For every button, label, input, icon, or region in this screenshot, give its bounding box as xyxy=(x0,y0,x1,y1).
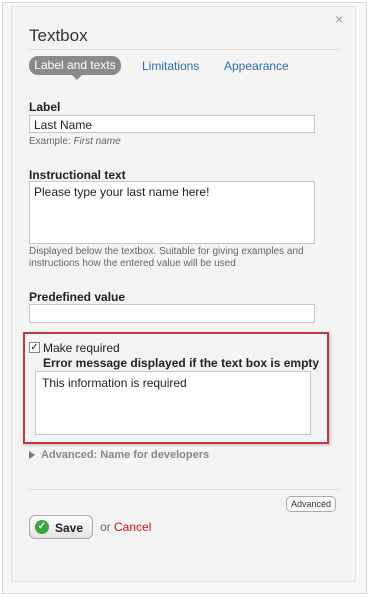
label-example: Example: First name xyxy=(29,136,121,147)
error-message-heading: Error message displayed if the text box … xyxy=(43,356,320,370)
predefined-input[interactable] xyxy=(29,304,315,323)
example-prefix: Example: xyxy=(29,136,71,147)
error-message-textarea[interactable]: This information is required xyxy=(35,371,311,435)
make-required-checkbox[interactable]: ✓ xyxy=(29,342,40,353)
instructional-heading: Instructional text xyxy=(29,168,126,182)
footer-divider xyxy=(29,489,339,490)
save-button[interactable]: ✓ Save xyxy=(29,515,93,539)
example-value: First name xyxy=(73,136,121,147)
close-icon[interactable]: × xyxy=(335,11,343,27)
label-heading: Label xyxy=(29,100,61,114)
tab-label-and-texts[interactable]: Label and texts xyxy=(29,56,121,80)
advanced-button[interactable]: Advanced xyxy=(286,496,336,512)
expand-triangle-icon xyxy=(29,451,35,460)
check-icon: ✓ xyxy=(35,520,49,534)
title-divider xyxy=(29,49,339,50)
make-required-label: Make required xyxy=(43,341,120,355)
cancel-link[interactable]: Cancel xyxy=(114,520,151,534)
advanced-toggle-label: Advanced: Name for developers xyxy=(41,449,210,461)
dialog-title: Textbox xyxy=(29,26,88,45)
label-input[interactable]: Last Name xyxy=(29,115,315,133)
instructional-textarea[interactable]: Please type your last name here! xyxy=(29,181,315,244)
tab-limitations[interactable]: Limitations xyxy=(142,59,199,73)
predefined-heading: Predefined value xyxy=(29,290,126,304)
tab-appearance[interactable]: Appearance xyxy=(224,59,289,73)
advanced-toggle[interactable]: Advanced: Name for developers xyxy=(29,449,209,461)
save-label: Save xyxy=(55,521,84,535)
instructional-hint: Displayed below the textbox. Suitable fo… xyxy=(29,246,304,269)
or-text: or xyxy=(100,520,111,534)
